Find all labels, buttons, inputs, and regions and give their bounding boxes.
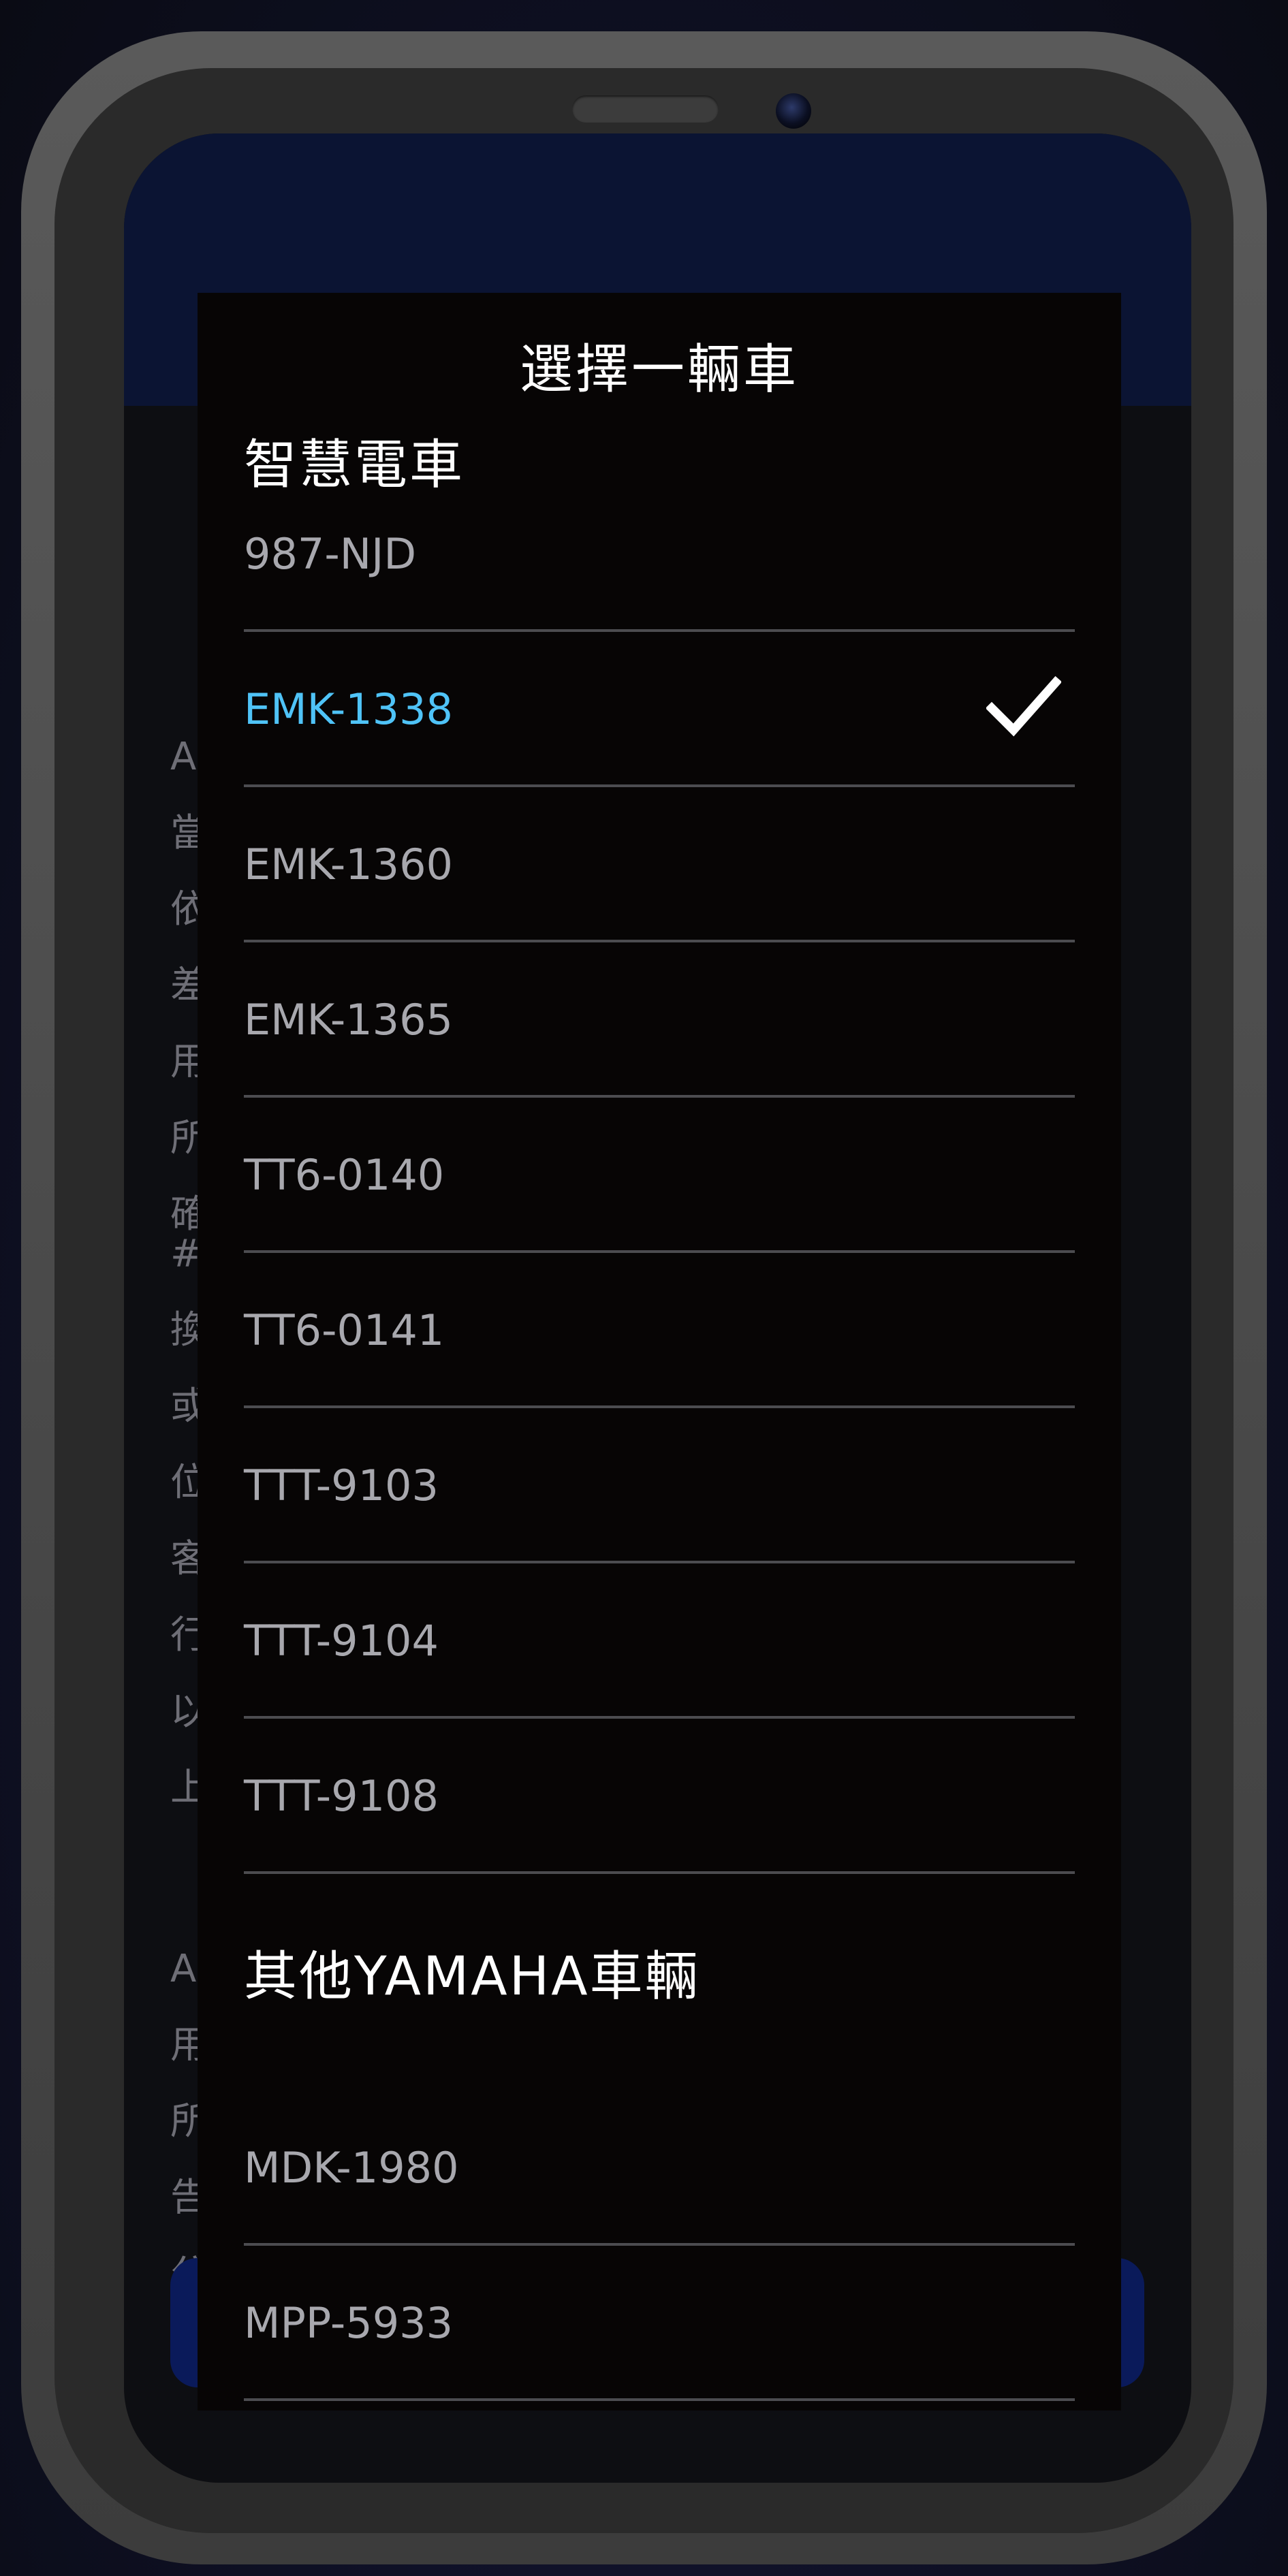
vehicle-list-item[interactable]: EMK-1360: [244, 787, 1075, 942]
vehicle-picker-dialog: 選擇一輛車 智慧電車 987-NJD EMK-1338 EMK-1360 EMK-136…: [198, 293, 1121, 2411]
vehicle-plate-label: MDK-1980: [244, 2143, 459, 2193]
vehicle-plate-label: TTT-9103: [244, 1461, 439, 1510]
vehicle-list-item[interactable]: TT6-0140: [244, 1098, 1075, 1253]
vehicle-list-item[interactable]: EMK-1365: [244, 942, 1075, 1098]
vehicle-list-item[interactable]: TTT-9104: [244, 1563, 1075, 1719]
vehicle-plate-label: TT6-0140: [244, 1150, 445, 1200]
device-stage: A 當 依 差 用 所 確 # 換 或 位 客 行 以 上 A 用 所 告 公 …: [0, 0, 1288, 2576]
vehicle-plate-label: EMK-1360: [244, 840, 453, 889]
vehicle-plate-label: EMK-1338: [244, 684, 453, 734]
earpiece-speaker: [572, 95, 719, 123]
check-icon: [986, 675, 1061, 737]
vehicle-list-item[interactable]: MDK-1980: [244, 2090, 1075, 2246]
vehicle-list-item[interactable]: 987-NJD: [244, 477, 1075, 632]
vehicle-plate-label: TT6-0141: [244, 1305, 445, 1355]
vehicle-list-item[interactable]: EMK-1338: [244, 632, 1075, 787]
list-divider: [244, 1871, 1075, 1874]
vehicle-plate-label: TST-002: [244, 2401, 414, 2411]
vehicle-plate-label: MPP-5933: [244, 2298, 454, 2348]
vehicle-plate-label: EMK-1365: [244, 995, 453, 1045]
front-camera-icon: [776, 93, 811, 129]
vehicle-list-item[interactable]: TTT-9108: [244, 1719, 1075, 1874]
vehicle-list-item[interactable]: MPP-5933: [244, 2246, 1075, 2401]
vehicle-list-item[interactable]: TTT-9103: [244, 1408, 1075, 1563]
vehicle-list-item[interactable]: TT6-0141: [244, 1253, 1075, 1408]
dialog-title: 選擇一輛車: [519, 339, 799, 400]
vehicle-list-item[interactable]: TST-002: [244, 2401, 1075, 2411]
vehicle-plate-label: TTT-9104: [244, 1616, 439, 1666]
vehicle-plate-label: 987-NJD: [244, 529, 417, 579]
group-header-2: 其他YAMAHA車輛: [244, 1946, 700, 2007]
vehicle-plate-label: TTT-9108: [244, 1771, 439, 1821]
